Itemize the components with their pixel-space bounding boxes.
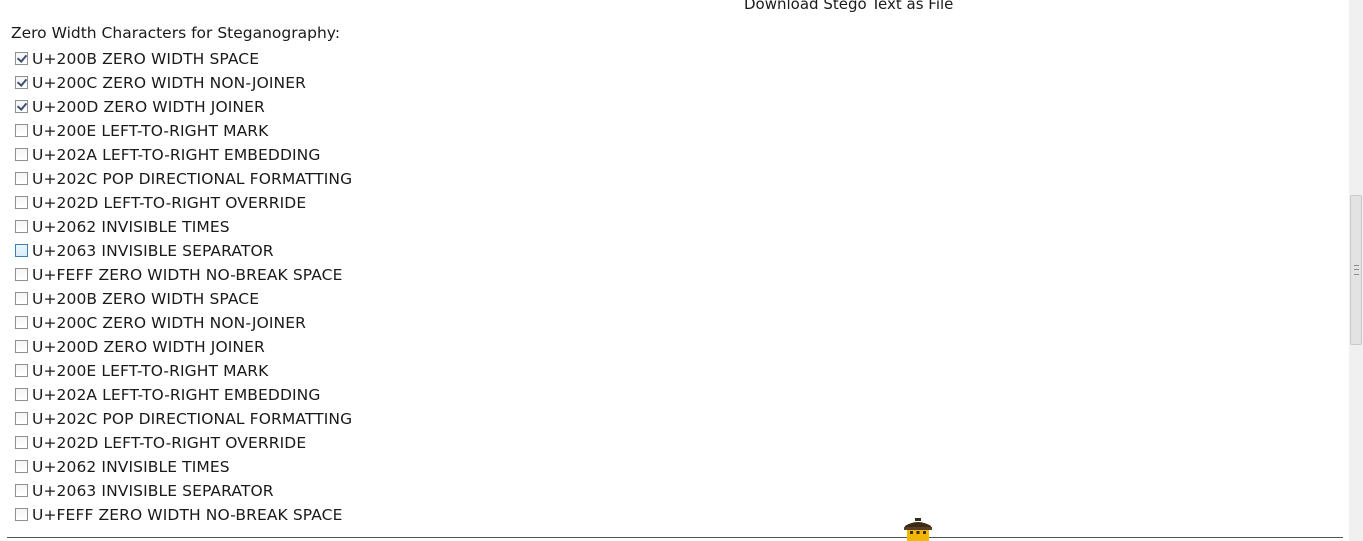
option-label: U+2062 INVISIBLE TIMES [32, 458, 230, 476]
option-label: U+FEFF ZERO WIDTH NO-BREAK SPACE [32, 266, 343, 284]
option-label: U+200B ZERO WIDTH SPACE [32, 50, 260, 68]
zero-width-option[interactable]: U+2063 INVISIBLE SEPARATOR [15, 479, 352, 503]
zero-width-option[interactable]: U+200D ZERO WIDTH JOINER [15, 95, 352, 119]
option-checkbox[interactable] [15, 219, 28, 233]
option-label: U+200C ZERO WIDTH NON-JOINER [32, 314, 307, 332]
zero-width-option[interactable]: U+202D LEFT-TO-RIGHT OVERRIDE [15, 431, 352, 455]
option-label: U+202A LEFT-TO-RIGHT EMBEDDING [32, 146, 321, 164]
option-label: U+200E LEFT-TO-RIGHT MARK [32, 122, 269, 140]
zero-width-option[interactable]: U+200E LEFT-TO-RIGHT MARK [15, 359, 352, 383]
option-checkbox[interactable] [15, 123, 28, 137]
scroll-grip-icon [1354, 265, 1359, 275]
option-checkbox[interactable] [15, 507, 28, 521]
option-checkbox[interactable] [15, 315, 28, 329]
page: Download Stego Text as File Zero Width C… [0, 0, 1363, 541]
option-label: U+200C ZERO WIDTH NON-JOINER [32, 74, 307, 92]
option-checkbox[interactable] [15, 147, 28, 161]
option-label: U+200B ZERO WIDTH SPACE [32, 290, 260, 308]
option-label: U+202A LEFT-TO-RIGHT EMBEDDING [32, 386, 321, 404]
zero-width-option[interactable]: U+200E LEFT-TO-RIGHT MARK [15, 119, 352, 143]
zero-width-option[interactable]: U+2062 INVISIBLE TIMES [15, 455, 352, 479]
zero-width-option[interactable]: U+FEFF ZERO WIDTH NO-BREAK SPACE [15, 503, 352, 527]
zero-width-option[interactable]: U+2062 INVISIBLE TIMES [15, 215, 352, 239]
option-checkbox[interactable] [15, 51, 28, 65]
option-checkbox[interactable] [15, 171, 28, 185]
download-stego-text-link[interactable]: Download Stego Text as File [744, 0, 953, 14]
zero-width-section-title: Zero Width Characters for Steganography: [11, 24, 341, 42]
option-checkbox[interactable] [15, 267, 28, 281]
option-checkbox[interactable] [15, 459, 28, 473]
divider [7, 537, 1343, 538]
option-checkbox[interactable] [15, 435, 28, 449]
option-label: U+200D ZERO WIDTH JOINER [32, 98, 265, 116]
scrollbar-thumb[interactable] [1350, 195, 1362, 345]
option-checkbox[interactable] [15, 363, 28, 377]
option-checkbox[interactable] [15, 411, 28, 425]
zero-width-option[interactable]: U+200C ZERO WIDTH NON-JOINER [15, 71, 352, 95]
option-label: U+2062 INVISIBLE TIMES [32, 218, 230, 236]
zero-width-option[interactable]: U+202C POP DIRECTIONAL FORMATTING [15, 407, 352, 431]
zero-width-option[interactable]: U+200B ZERO WIDTH SPACE [15, 47, 352, 71]
option-label: U+202D LEFT-TO-RIGHT OVERRIDE [32, 194, 307, 212]
zero-width-option[interactable]: U+2063 INVISIBLE SEPARATOR [15, 239, 352, 263]
lantern-icon [904, 518, 932, 541]
zero-width-option[interactable]: U+200D ZERO WIDTH JOINER [15, 335, 352, 359]
option-checkbox[interactable] [15, 483, 28, 497]
option-label: U+FEFF ZERO WIDTH NO-BREAK SPACE [32, 506, 343, 524]
zero-width-option[interactable]: U+202A LEFT-TO-RIGHT EMBEDDING [15, 143, 352, 167]
option-label: U+202C POP DIRECTIONAL FORMATTING [32, 170, 353, 188]
option-checkbox[interactable] [15, 243, 28, 257]
option-label: U+2063 INVISIBLE SEPARATOR [32, 242, 274, 260]
option-label: U+200D ZERO WIDTH JOINER [32, 338, 265, 356]
zero-width-option[interactable]: U+FEFF ZERO WIDTH NO-BREAK SPACE [15, 263, 352, 287]
zero-width-option[interactable]: U+200C ZERO WIDTH NON-JOINER [15, 311, 352, 335]
option-label: U+200E LEFT-TO-RIGHT MARK [32, 362, 269, 380]
option-checkbox[interactable] [15, 387, 28, 401]
option-checkbox[interactable] [15, 75, 28, 89]
zero-width-options-list: U+200B ZERO WIDTH SPACE U+200C ZERO WIDTH… [15, 47, 352, 527]
option-label: U+202D LEFT-TO-RIGHT OVERRIDE [32, 434, 307, 452]
zero-width-option[interactable]: U+202A LEFT-TO-RIGHT EMBEDDING [15, 383, 352, 407]
option-checkbox[interactable] [15, 99, 28, 113]
option-checkbox[interactable] [15, 195, 28, 209]
option-label: U+2063 INVISIBLE SEPARATOR [32, 482, 274, 500]
zero-width-option[interactable]: U+200B ZERO WIDTH SPACE [15, 287, 352, 311]
zero-width-option[interactable]: U+202D LEFT-TO-RIGHT OVERRIDE [15, 191, 352, 215]
zero-width-option[interactable]: U+202C POP DIRECTIONAL FORMATTING [15, 167, 352, 191]
option-checkbox[interactable] [15, 291, 28, 305]
option-label: U+202C POP DIRECTIONAL FORMATTING [32, 410, 353, 428]
option-checkbox[interactable] [15, 339, 28, 353]
